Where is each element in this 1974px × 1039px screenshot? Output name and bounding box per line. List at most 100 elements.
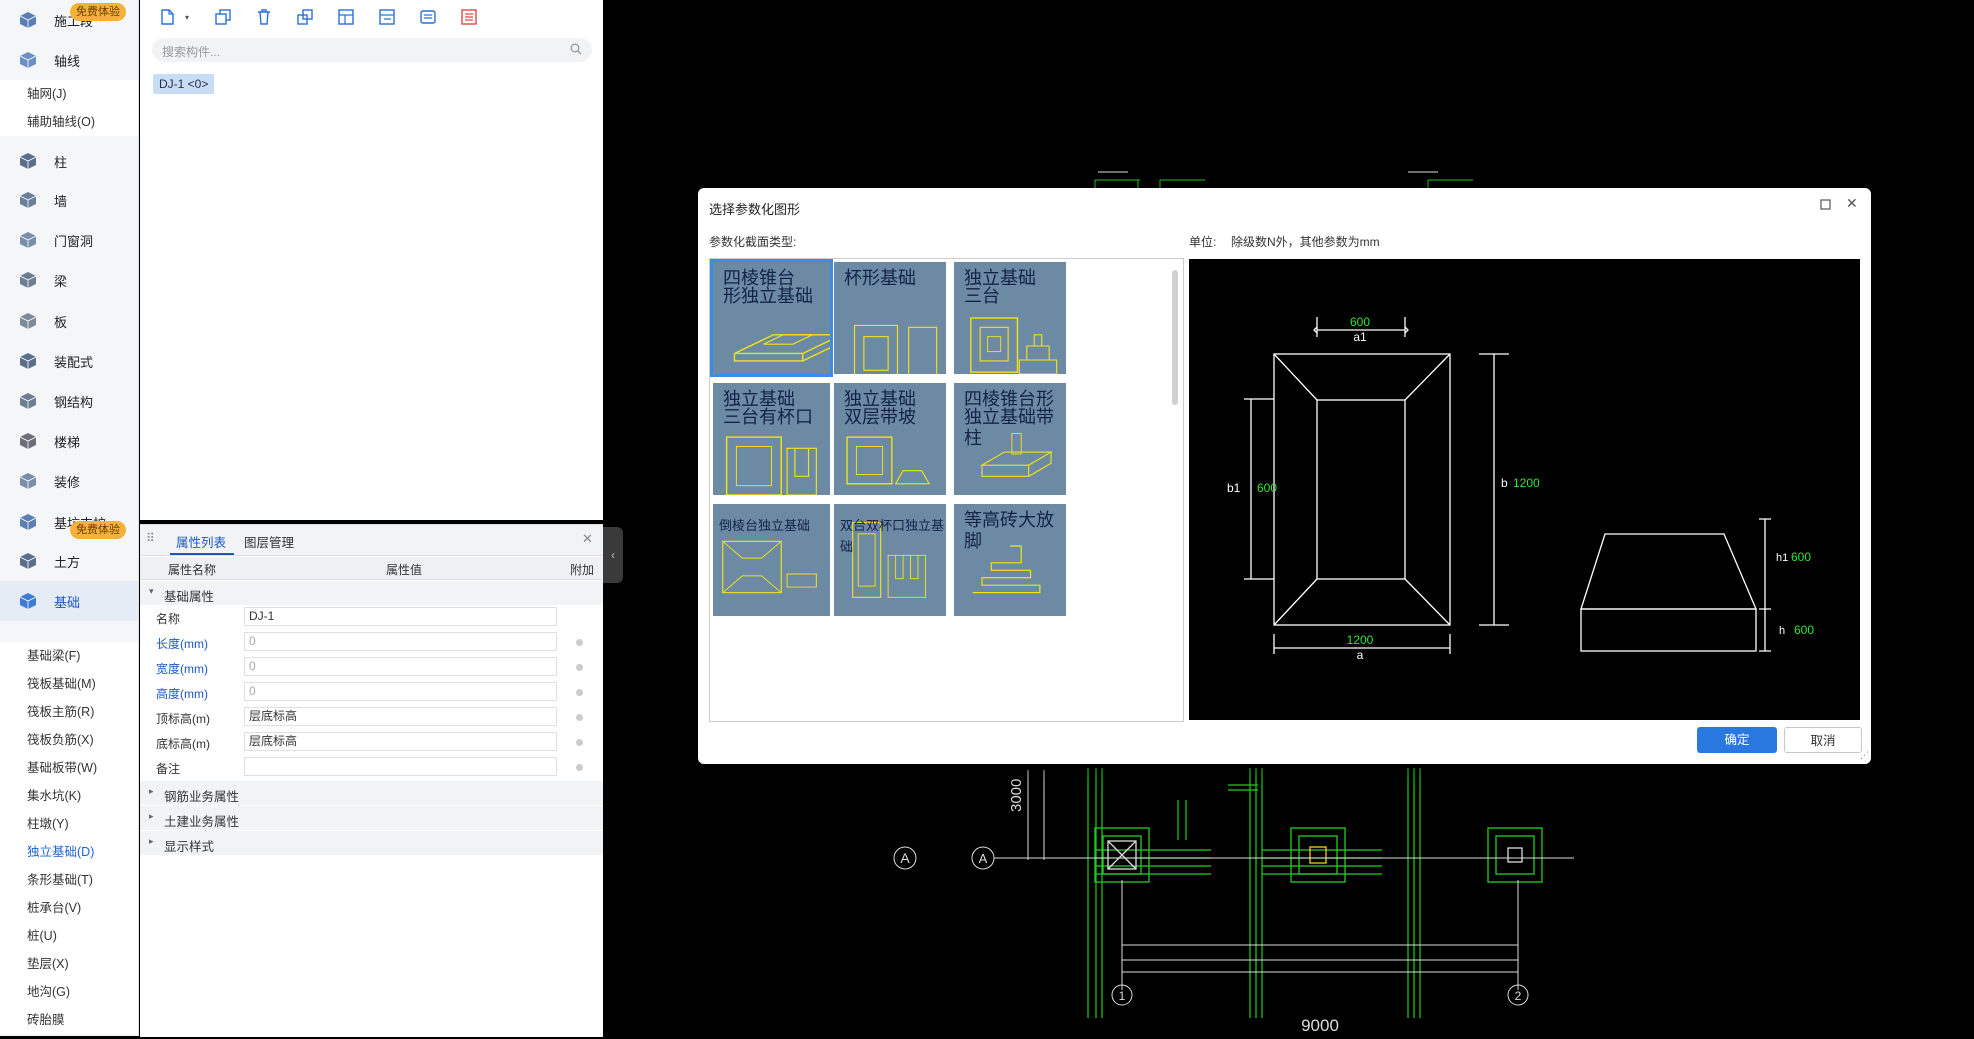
extra-checkbox[interactable] (576, 739, 583, 746)
nav-sub-foundation-12[interactable]: 垫层(X) (0, 950, 138, 978)
nav-sub-foundation-14[interactable]: 砖胎膜 (0, 1006, 138, 1034)
import-button[interactable] (333, 6, 359, 28)
group-label: 显示样式 (164, 840, 215, 854)
close-icon[interactable]: ✕ (582, 531, 593, 547)
nav-sub-axis-2[interactable]: 辅助轴线(O) (0, 108, 138, 136)
nav-category-9[interactable]: 钢结构 (0, 381, 138, 421)
shape-option-5[interactable]: 独立基础 双层带坡 (834, 383, 946, 495)
group-rebar-properties[interactable]: ▸ 钢筋业务属性 (140, 781, 603, 805)
nav-sub-axis-1[interactable]: 轴网(J) (0, 80, 138, 108)
extra-checkbox[interactable] (576, 664, 583, 671)
nav-category-label: 基础 (54, 594, 81, 610)
nav-category-4[interactable]: 墙 (0, 180, 138, 220)
list-icon (461, 9, 477, 25)
steel-structure-icon (16, 390, 40, 412)
nav-category-3[interactable]: 柱 (0, 141, 138, 181)
tab-layer-management[interactable]: 图层管理 (244, 532, 294, 551)
dim-9000: 9000 (1301, 1016, 1339, 1035)
shape-option-7[interactable]: 倒棱台独立基础 (713, 504, 830, 616)
shape-grid-scrollbar[interactable] (1172, 270, 1178, 405)
nav-sub-foundation-2[interactable]: 筏板基础(M) (0, 670, 138, 698)
group-basic-properties[interactable]: ▾ 基础属性 (140, 581, 603, 605)
axis-label-1: 1 (1119, 989, 1126, 1003)
dialog-title: 选择参数化图形 (709, 202, 801, 217)
group-display-style[interactable]: ▸ 显示样式 (140, 831, 603, 855)
property-value-field[interactable] (244, 757, 557, 776)
nav-sub-foundation-7[interactable]: 柱墩(Y) (0, 810, 138, 838)
tab-property-list[interactable]: 属性列表 (176, 532, 226, 551)
preview-drawing: 600 a1 1200 a b1 600 b 1200 h1 600 h 600 (1227, 315, 1814, 662)
nav-sub-foundation-9[interactable]: 条形基础(T) (0, 866, 138, 894)
shape-option-1[interactable]: 四棱锥台 形独立基础 (710, 259, 833, 377)
nav-category-6[interactable]: 梁 (0, 260, 138, 300)
copy-to-floor-button[interactable] (292, 6, 318, 28)
maximize-button[interactable] (1820, 198, 1831, 210)
nav-category-label: 装修 (54, 474, 81, 490)
drag-handle-icon[interactable]: ⠿ (146, 531, 155, 545)
property-value-field[interactable]: DJ-1 (244, 607, 557, 626)
chevron-right-icon: ▸ (149, 786, 154, 796)
shape-title: 三台有杯口 (723, 407, 813, 428)
nav-sub-foundation-4[interactable]: 筏板负筋(X) (0, 726, 138, 754)
sort-button[interactable] (374, 6, 400, 28)
pile-cap-1 (1094, 827, 1150, 883)
extra-checkbox[interactable] (576, 764, 583, 771)
shape-option-2[interactable]: 杯形基础 (834, 262, 946, 374)
extra-checkbox[interactable] (576, 639, 583, 646)
delete-button[interactable] (251, 6, 277, 28)
nav-category-7[interactable]: 板 (0, 301, 138, 341)
property-value-field[interactable]: 层底标高 (244, 707, 557, 726)
close-dialog-button[interactable]: ✕ (1846, 195, 1858, 212)
list-view-button[interactable] (456, 6, 482, 28)
shape-title: 形独立基础 (723, 286, 813, 307)
shape-title: 独立基础带柱 (964, 407, 1054, 449)
nav-sub-foundation-6[interactable]: 集水坑(K) (0, 782, 138, 810)
filter-button[interactable] (415, 6, 441, 28)
shape-option-8[interactable]: 双台双杯口独立基础 (834, 504, 946, 616)
unit-text: 除级数N外，其他参数为mm (1231, 235, 1380, 249)
nav-category-8[interactable]: 装配式 (0, 341, 138, 381)
slab-icon (16, 310, 40, 332)
search-input[interactable]: 搜索构件... (152, 38, 592, 62)
nav-sub-foundation-5[interactable]: 基础板带(W) (0, 754, 138, 782)
shape-option-9[interactable]: 等高砖大放脚 (954, 504, 1066, 616)
nav-sub-foundation-3[interactable]: 筏板主筋(R) (0, 698, 138, 726)
extra-checkbox[interactable] (576, 714, 583, 721)
free-trial-badge-foundation[interactable]: 免费体验 (70, 521, 126, 539)
foundation-pit-icon (16, 511, 40, 533)
extra-checkbox[interactable] (576, 689, 583, 696)
group-civil-properties[interactable]: ▸ 土建业务属性 (140, 806, 603, 830)
resize-grip-icon[interactable]: ⋰ (1860, 750, 1869, 761)
ok-button[interactable]: 确定 (1697, 727, 1777, 753)
cancel-button[interactable]: 取消 (1784, 727, 1862, 753)
nav-category-5[interactable]: 门窗洞 (0, 220, 138, 260)
nav-sub-foundation-10[interactable]: 桩承台(V) (0, 894, 138, 922)
new-dropdown-button[interactable]: ▾ (180, 6, 194, 28)
nav-category-2[interactable]: 轴线 (0, 40, 138, 80)
property-value-field[interactable]: 0 (244, 682, 557, 701)
copy-button[interactable] (210, 6, 236, 28)
nav-sub-foundation-13[interactable]: 地沟(G) (0, 978, 138, 1006)
nav-category-14[interactable]: 基础 (0, 581, 138, 621)
shape-option-3[interactable]: 独立基础 三台 (954, 262, 1066, 374)
parametric-shape-dialog: 选择参数化图形 ✕ 参数化截面类型: 单位: 除级数N外，其他参数为mm 600… (698, 188, 1871, 764)
close-icon: ✕ (1846, 195, 1858, 211)
shape-option-6[interactable]: 四棱锥台形 独立基础带柱 (954, 383, 1066, 495)
new-component-button[interactable] (154, 6, 180, 28)
shape-preview: 600 a1 1200 a b1 600 b 1200 h1 600 h 600 (1189, 259, 1860, 720)
property-value-field[interactable]: 0 (244, 632, 557, 651)
free-trial-badge[interactable]: 免费体验 (70, 3, 126, 21)
chevron-right-icon: ▸ (149, 811, 154, 821)
nav-category-10[interactable]: 楼梯 (0, 421, 138, 461)
panel-collapse-handle[interactable]: ‹ (603, 527, 623, 583)
nav-category-11[interactable]: 装修 (0, 461, 138, 501)
shape-option-4[interactable]: 独立基础 三台有杯口 (713, 383, 830, 495)
nav-sub-foundation-11[interactable]: 桩(U) (0, 922, 138, 950)
nav-category-13[interactable]: 土方 (0, 541, 138, 581)
property-name: 长度(mm) (156, 637, 208, 651)
property-value-field[interactable]: 0 (244, 657, 557, 676)
nav-sub-foundation-8[interactable]: 独立基础(D) (0, 838, 138, 866)
nav-sub-foundation-1[interactable]: 基础梁(F) (0, 642, 138, 670)
property-value-field[interactable]: 层底标高 (244, 732, 557, 751)
component-item-dj1[interactable]: DJ-1 <0> (153, 74, 215, 94)
